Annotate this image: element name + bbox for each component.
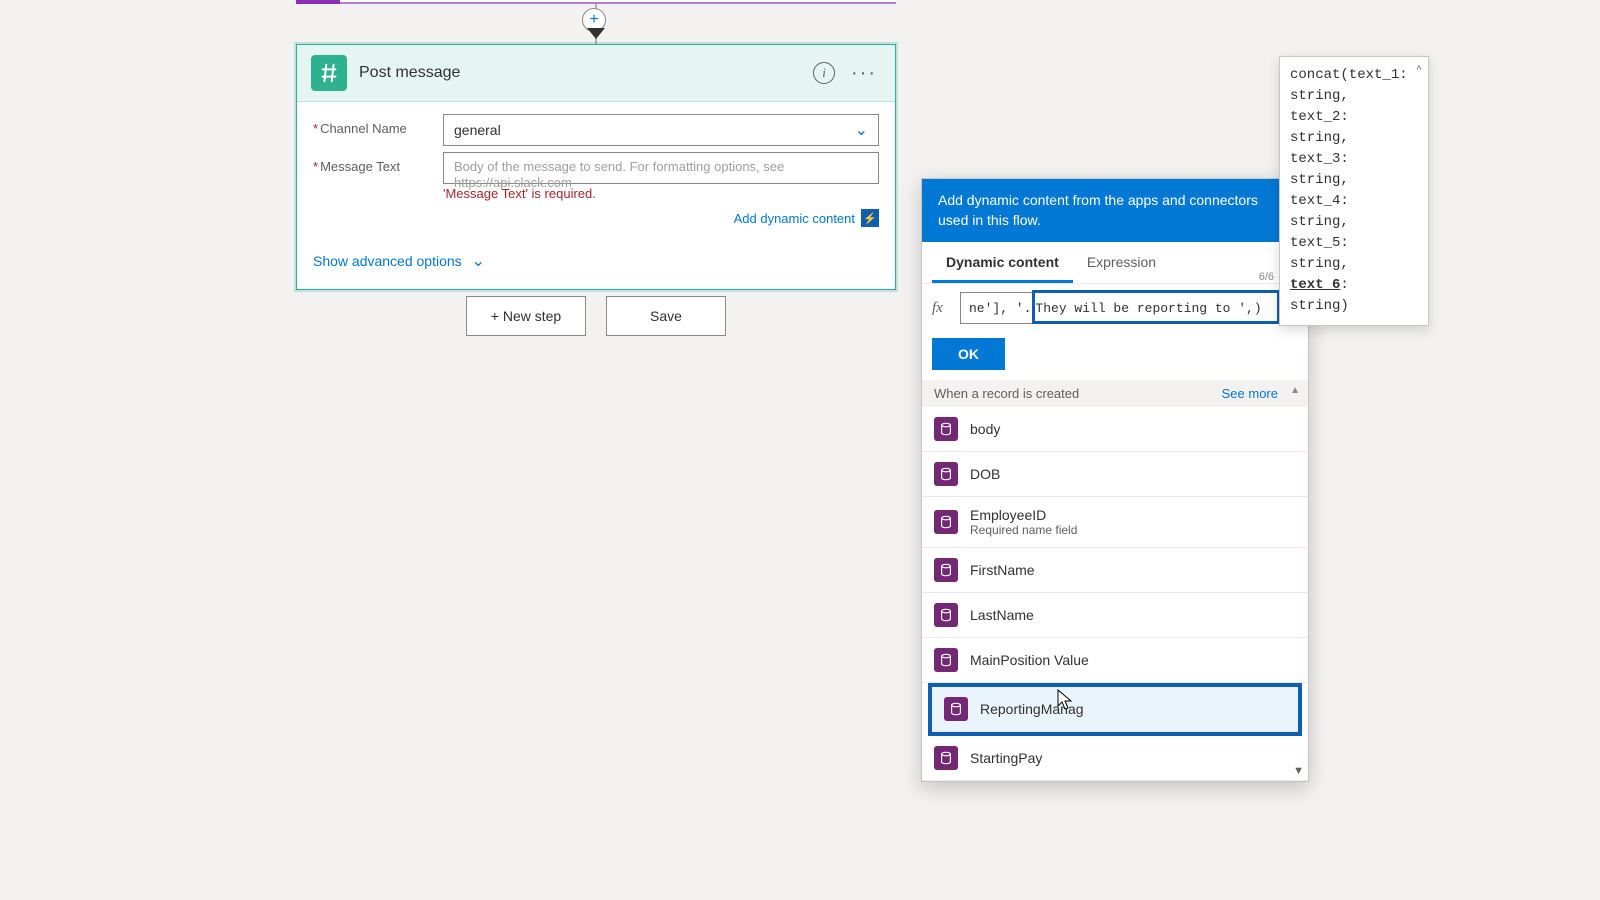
database-icon	[934, 603, 958, 627]
sig-line: string,	[1290, 88, 1349, 104]
message-text-input[interactable]: Body of the message to send. For formatt…	[443, 152, 879, 184]
database-icon	[934, 746, 958, 770]
sig-line: text_2:	[1290, 109, 1349, 125]
tab-dynamic-content[interactable]: Dynamic content	[932, 242, 1073, 283]
field-label-channel: *Channel Name	[313, 114, 443, 136]
database-icon	[934, 462, 958, 486]
dynamic-content-panel: Add dynamic content from the apps and co…	[921, 178, 1309, 782]
tooltip-scroll-up-icon: ^	[1416, 63, 1422, 78]
channel-name-value: general	[454, 122, 501, 138]
fx-icon: fx	[932, 300, 954, 317]
plus-icon: +	[589, 11, 598, 29]
sig-line: string,	[1290, 256, 1349, 272]
sig-line: text_4:	[1290, 193, 1349, 209]
more-menu-button[interactable]: ···	[847, 62, 881, 85]
database-icon	[934, 648, 958, 672]
action-card-header[interactable]: Post message i ···	[297, 45, 895, 102]
dynamic-content-tabs: Dynamic content Expression	[922, 242, 1308, 284]
slack-hash-icon	[311, 55, 347, 91]
dynamic-item-lastname[interactable]: LastName	[922, 593, 1308, 638]
channel-name-select[interactable]: general ⌄	[443, 114, 879, 146]
database-icon	[934, 558, 958, 582]
action-card-title: Post message	[359, 64, 801, 82]
expression-input-row: fx ne'], '. They will be reporting to ',…	[922, 284, 1308, 332]
dynamic-item-body[interactable]: body	[922, 407, 1308, 452]
database-icon	[934, 417, 958, 441]
expression-text-highlight: They will be reporting to ',	[1035, 301, 1253, 316]
new-step-button[interactable]: + New step	[466, 296, 586, 336]
dynamic-group-title: When a record is created	[934, 386, 1079, 401]
dynamic-item-label: DOB	[970, 466, 1000, 482]
required-marker: *	[313, 159, 318, 174]
dynamic-item-label: body	[970, 421, 1000, 437]
dynamic-item-label: ReportingManag	[980, 701, 1084, 717]
signature-counter: 6/6	[1259, 271, 1274, 283]
scroll-down-icon[interactable]: ▼	[1293, 765, 1304, 777]
expression-ok-button[interactable]: OK	[932, 338, 1005, 370]
dynamic-item-dob[interactable]: DOB	[922, 452, 1308, 497]
required-marker: *	[313, 121, 318, 136]
add-dynamic-content-link[interactable]: Add dynamic content	[734, 211, 855, 226]
sig-line: string,	[1290, 172, 1349, 188]
chevron-down-icon: ⌄	[855, 120, 868, 140]
sig-line: text_3:	[1290, 151, 1349, 167]
action-card-post-message: Post message i ··· *Channel Name general…	[296, 44, 896, 290]
sig-line: concat(text_1:	[1290, 67, 1408, 83]
save-button[interactable]: Save	[606, 296, 726, 336]
info-icon[interactable]: i	[813, 62, 835, 84]
dynamic-item-startingpay[interactable]: StartingPay	[922, 736, 1308, 781]
show-advanced-options-toggle[interactable]: Show advanced options ⌄	[297, 237, 895, 289]
sig-active-arg: text_6	[1290, 277, 1340, 293]
dynamic-item-sublabel: Required name field	[970, 523, 1077, 537]
dynamic-item-label: LastName	[970, 607, 1034, 623]
scroll-up-arrow-icon[interactable]: ▲	[1290, 385, 1300, 396]
chevron-down-icon: ⌄	[472, 251, 485, 271]
dynamic-items-list: body DOB EmployeeID Required name field …	[922, 407, 1308, 781]
arrow-down-icon	[587, 28, 605, 39]
selected-item-frame: ReportingManag	[928, 683, 1302, 736]
dynamic-item-mainposition[interactable]: MainPosition Value	[922, 638, 1308, 683]
sig-line: string,	[1290, 214, 1349, 230]
dynamic-item-label: FirstName	[970, 562, 1035, 578]
expression-text-left: ne'], '.	[969, 301, 1031, 316]
dynamic-group-header: When a record is created See more	[922, 380, 1308, 407]
dynamic-content-panel-header: Add dynamic content from the apps and co…	[922, 179, 1308, 242]
dynamic-item-reportingmanager[interactable]: ReportingManag	[932, 687, 1298, 732]
sig-line: text_5:	[1290, 235, 1349, 251]
dynamic-content-badge-icon: ⚡	[861, 209, 879, 227]
database-icon	[934, 510, 958, 534]
dynamic-item-employeeid[interactable]: EmployeeID Required name field	[922, 497, 1308, 548]
dynamic-item-label: MainPosition Value	[970, 652, 1089, 668]
see-more-link[interactable]: See more	[1222, 386, 1278, 401]
dynamic-item-firstname[interactable]: FirstName	[922, 548, 1308, 593]
expression-input[interactable]: ne'], '. They will be reporting to ', )	[960, 292, 1298, 324]
field-label-message: *Message Text	[313, 152, 443, 174]
database-icon	[944, 697, 968, 721]
expression-text-right: )	[1254, 301, 1262, 316]
sig-line: string,	[1290, 130, 1349, 146]
expression-signature-tooltip: ^concat(text_1: string, text_2: string, …	[1279, 56, 1429, 326]
dynamic-item-label: StartingPay	[970, 750, 1042, 766]
tab-expression[interactable]: Expression	[1073, 242, 1170, 283]
dynamic-item-label: EmployeeID	[970, 507, 1077, 523]
previous-action-accent	[296, 0, 340, 4]
